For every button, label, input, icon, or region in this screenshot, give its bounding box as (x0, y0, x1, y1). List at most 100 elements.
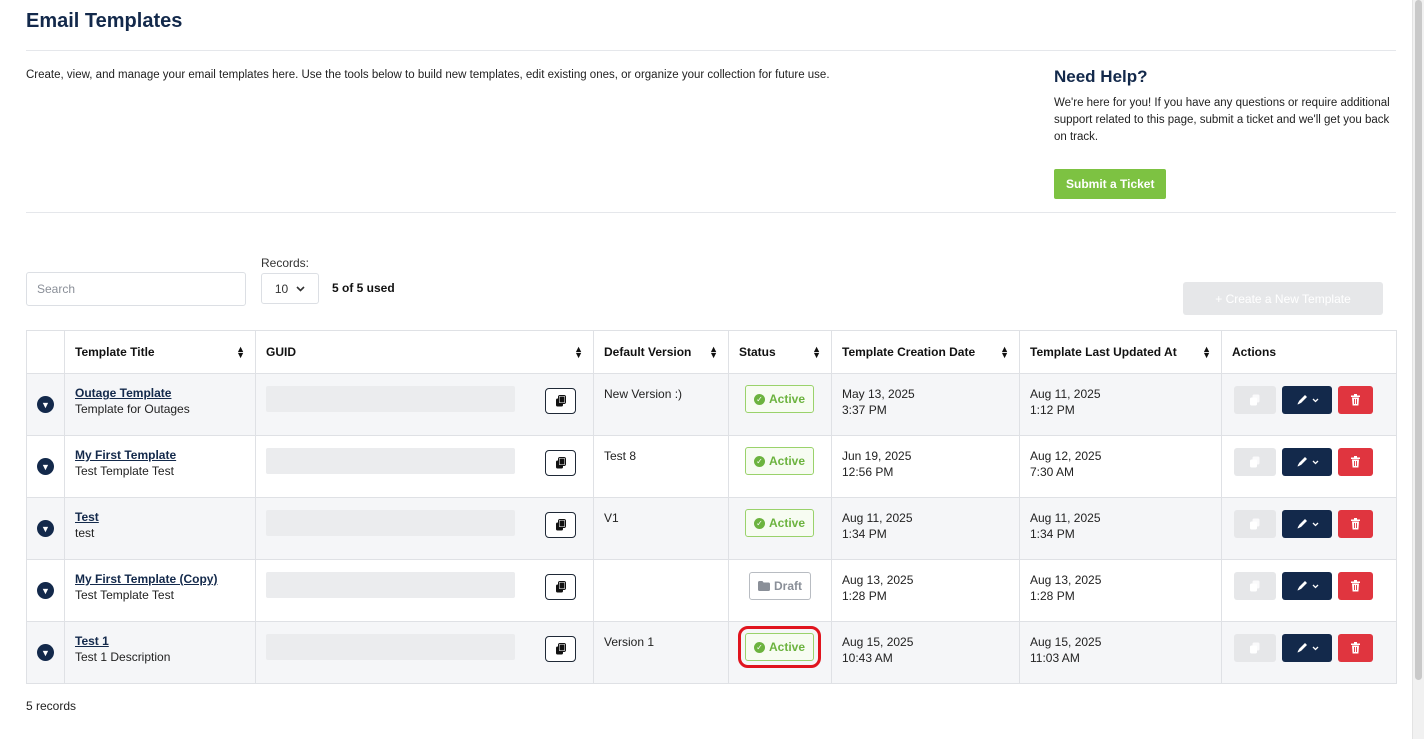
chevron-down-icon[interactable]: ▼ (37, 396, 54, 413)
column-header-label: Template Title (75, 345, 155, 359)
duplicate-button[interactable] (1234, 386, 1276, 414)
created-cell: Aug 11, 2025 1:34 PM (831, 497, 1020, 560)
template-title-link[interactable]: Test (75, 510, 245, 525)
guid-cell (255, 559, 594, 622)
records-count: 5 records (26, 699, 77, 713)
copy-guid-button[interactable] (545, 512, 576, 538)
template-description: Test Template Test (75, 464, 174, 478)
column-header-guid[interactable]: GUID ▲ ▼ (255, 330, 594, 374)
vertical-scrollbar[interactable] (1412, 0, 1424, 739)
expand-cell: ▼ (26, 373, 65, 436)
sort-icon[interactable]: ▲ ▼ (1000, 345, 1009, 360)
title-cell: My First Template (Copy) Test Template Te… (64, 559, 256, 622)
guid-cell (255, 621, 594, 684)
edit-dropdown-button[interactable] (1282, 448, 1332, 476)
created-cell: Aug 15, 2025 10:43 AM (831, 621, 1020, 684)
sort-icon[interactable]: ▲ ▼ (709, 345, 718, 360)
page-title: Email Templates (26, 10, 183, 32)
expand-cell: ▼ (26, 559, 65, 622)
expand-cell: ▼ (26, 621, 65, 684)
column-header-updated[interactable]: Template Last Updated At ▲ ▼ (1019, 330, 1222, 374)
templates-table: Template Title ▲ ▼ GUID ▲ ▼ Default Version ▲… (26, 330, 1397, 684)
delete-button[interactable] (1338, 448, 1373, 476)
chevron-down-icon[interactable]: ▼ (37, 458, 54, 475)
sort-icon[interactable]: ▲ ▼ (812, 345, 821, 360)
copy-guid-button[interactable] (545, 636, 576, 662)
check-circle-icon: ✓ (754, 641, 765, 653)
updated-cell: Aug 11, 2025 1:12 PM (1019, 373, 1222, 436)
copy-icon (555, 581, 566, 593)
duplicate-button[interactable] (1234, 634, 1276, 662)
default-version: Version 1 (604, 635, 655, 649)
search-input[interactable] (26, 272, 246, 306)
delete-button[interactable] (1338, 510, 1373, 538)
copy-guid-button[interactable] (545, 574, 576, 600)
template-title-link[interactable]: My First Template (75, 448, 245, 463)
edit-dropdown-button[interactable] (1282, 572, 1332, 600)
status-badge: ✓ Active (745, 509, 815, 537)
scrollbar-thumb[interactable] (1415, 0, 1422, 680)
default-version: V1 (604, 511, 619, 525)
help-panel: Need Help? We're here for you! If you ha… (1054, 67, 1396, 199)
title-divider (26, 50, 1396, 51)
trash-icon (1351, 518, 1360, 530)
copy-icon (1250, 456, 1260, 468)
status-label: Active (769, 392, 806, 406)
chevron-down-icon[interactable]: ▼ (37, 582, 54, 599)
expand-column-header (26, 330, 65, 374)
delete-button[interactable] (1338, 572, 1373, 600)
chevron-down-icon (1312, 398, 1318, 402)
records-used-count: 5 of 5 used (332, 281, 395, 295)
updated-cell: Aug 13, 2025 1:28 PM (1019, 559, 1222, 622)
submit-ticket-button[interactable]: Submit a Ticket (1054, 169, 1167, 199)
records-per-page-select[interactable]: 10 (261, 273, 319, 304)
updated-cell: Aug 11, 2025 1:34 PM (1019, 497, 1222, 560)
delete-button[interactable] (1338, 386, 1373, 414)
template-title-link[interactable]: Test 1 (75, 634, 245, 649)
sort-icon[interactable]: ▲ ▼ (236, 345, 245, 360)
updated-cell: Aug 15, 2025 11:03 AM (1019, 621, 1222, 684)
column-header-title[interactable]: Template Title ▲ ▼ (64, 330, 256, 374)
sort-icon[interactable]: ▲ ▼ (574, 345, 583, 360)
title-cell: Test test (64, 497, 256, 560)
created-time: 1:34 PM (842, 527, 887, 541)
template-title-link[interactable]: Outage Template (75, 386, 245, 401)
edit-dropdown-button[interactable] (1282, 634, 1332, 662)
duplicate-button[interactable] (1234, 448, 1276, 476)
copy-icon (1250, 518, 1260, 530)
sort-icon[interactable]: ▲ ▼ (1202, 345, 1211, 360)
trash-icon (1351, 456, 1360, 468)
created-cell: Aug 13, 2025 1:28 PM (831, 559, 1020, 622)
chevron-down-icon[interactable]: ▼ (37, 520, 54, 537)
help-text: We're here for you! If you have any ques… (1054, 97, 1390, 143)
created-time: 12:56 PM (842, 465, 894, 479)
duplicate-button[interactable] (1234, 510, 1276, 538)
column-header-created[interactable]: Template Creation Date ▲ ▼ (831, 330, 1020, 374)
chevron-down-icon[interactable]: ▼ (37, 644, 54, 661)
table-row: ▼ My First Template Test Template Test Te… (26, 435, 1397, 498)
edit-dropdown-button[interactable] (1282, 510, 1332, 538)
create-template-button[interactable]: + Create a New Template (1183, 282, 1383, 315)
delete-button[interactable] (1338, 634, 1373, 662)
copy-guid-button[interactable] (545, 388, 576, 414)
updated-time: 1:34 PM (1030, 527, 1075, 541)
column-header-version[interactable]: Default Version ▲ ▼ (593, 330, 729, 374)
status-label: Active (769, 640, 806, 654)
status-label: Active (769, 516, 806, 530)
version-cell: Test 8 (593, 435, 729, 498)
status-label: Active (769, 454, 806, 468)
copy-icon (555, 643, 566, 655)
version-cell: V1 (593, 497, 729, 560)
column-header-label: GUID (266, 345, 296, 359)
column-header-status[interactable]: Status ▲ ▼ (728, 330, 832, 374)
edit-dropdown-button[interactable] (1282, 386, 1332, 414)
copy-guid-button[interactable] (545, 450, 576, 476)
copy-icon (1250, 394, 1260, 406)
guid-cell (255, 435, 594, 498)
trash-icon (1351, 580, 1360, 592)
updated-date: Aug 13, 2025 (1030, 573, 1102, 587)
duplicate-button[interactable] (1234, 572, 1276, 600)
created-cell: Jun 19, 2025 12:56 PM (831, 435, 1020, 498)
updated-time: 7:30 AM (1030, 465, 1075, 479)
template-title-link[interactable]: My First Template (Copy) (75, 572, 245, 587)
